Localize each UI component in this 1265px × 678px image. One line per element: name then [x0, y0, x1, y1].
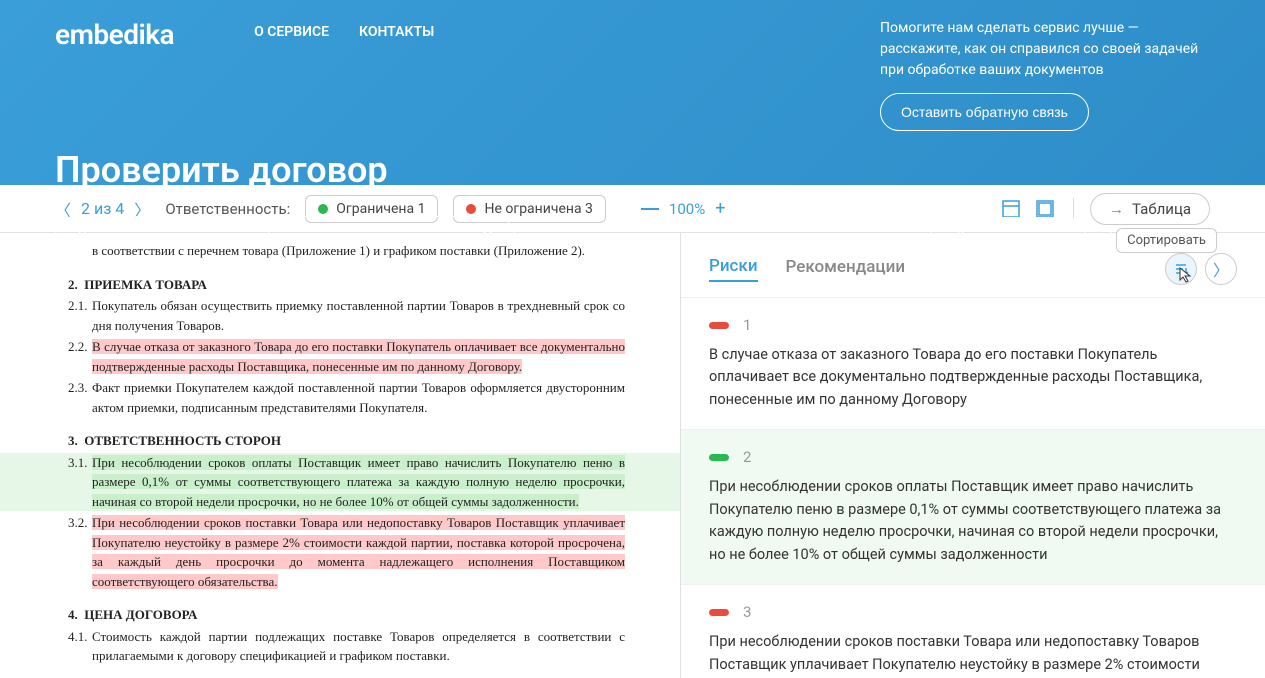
responsibility-label: Ответственность: — [165, 200, 290, 218]
risk-severity-icon — [709, 454, 729, 461]
section-title: 3. ОТВЕТСТВЕННОСТЬ СТОРОН — [68, 431, 625, 451]
section-title: 2. ПРИЕМКА ТОВАРА — [68, 275, 625, 295]
sort-button[interactable] — [1165, 253, 1197, 285]
app-header: embedika О СЕРВИСЕ КОНТАКТЫ Помогите нам… — [0, 0, 1265, 185]
risk-panel: Риски Рекомендации 〉 1 В случае отказа о… — [680, 233, 1265, 678]
risk-item[interactable]: 2 При несоблюдении сроков оплаты Поставщ… — [681, 430, 1265, 585]
clause-highlighted[interactable]: При несоблюдении сроков оплаты Поставщик… — [92, 453, 625, 512]
risk-text: В случае отказа от заказного Товара до е… — [709, 344, 1237, 411]
risk-severity-icon — [709, 322, 729, 329]
section-title: 4. ЦЕНА ДОГОВОРА — [68, 605, 625, 625]
tab-risks[interactable]: Риски — [709, 256, 758, 282]
clause: Стоимость каждой партии подлежащих поста… — [92, 627, 625, 666]
zoom-out-icon[interactable] — [641, 208, 659, 210]
clause: Покупатель обязан осуществить приемку по… — [92, 296, 625, 335]
document-panel[interactable]: в соответствии с перечнем товара (Прилож… — [0, 233, 680, 678]
arrow-right-icon: → — [1109, 200, 1124, 218]
main-nav: О СЕРВИСЕ КОНТАКТЫ — [254, 24, 434, 40]
clause-highlighted[interactable]: В случае отказа от заказного Товара до е… — [92, 337, 625, 376]
clause-highlighted[interactable]: При несоблюдении сроков поставки Товара … — [92, 513, 625, 591]
nav-about[interactable]: О СЕРВИСЕ — [254, 24, 329, 40]
next-risk-button[interactable]: 〉 — [1205, 253, 1237, 285]
green-dot-icon — [318, 204, 328, 214]
tab-recommendations[interactable]: Рекомендации — [786, 257, 906, 281]
risk-item[interactable]: 3 При несоблюдении сроков поставки Товар… — [681, 585, 1265, 678]
doc-line: в соответствии с перечнем товара (Прилож… — [92, 241, 625, 261]
risk-text: При несоблюдении сроков оплаты Поставщик… — [709, 476, 1237, 566]
page-title: Проверить договор — [55, 149, 1210, 191]
red-dot-icon — [466, 204, 476, 214]
feedback-block: Помогите нам сделать сервис лучше — расс… — [880, 18, 1210, 131]
chevron-right-icon: 〉 — [1213, 257, 1229, 281]
zoom-value: 100% — [669, 200, 705, 218]
risk-item[interactable]: 1 В случае отказа от заказного Товара до… — [681, 298, 1265, 430]
feedback-button[interactable]: Оставить обратную связь — [880, 93, 1089, 131]
risk-severity-icon — [709, 609, 729, 616]
feedback-text: Помогите нам сделать сервис лучше — расс… — [880, 18, 1210, 81]
logo[interactable]: embedika — [55, 18, 174, 51]
nav-contacts[interactable]: КОНТАКТЫ — [359, 24, 434, 40]
demo-doc-button[interactable]: Демо документ — [930, 217, 1086, 256]
clause: Факт приемки Покупателем каждой поставле… — [92, 378, 625, 417]
main-content: в соответствии с перечнем товара (Прилож… — [0, 233, 1265, 678]
sort-tooltip: Сортировать — [1116, 228, 1217, 253]
table-view-button[interactable]: → Таблица Сортировать — [1090, 193, 1210, 225]
risk-text: При несоблюдении сроков поставки Товара … — [709, 631, 1237, 678]
